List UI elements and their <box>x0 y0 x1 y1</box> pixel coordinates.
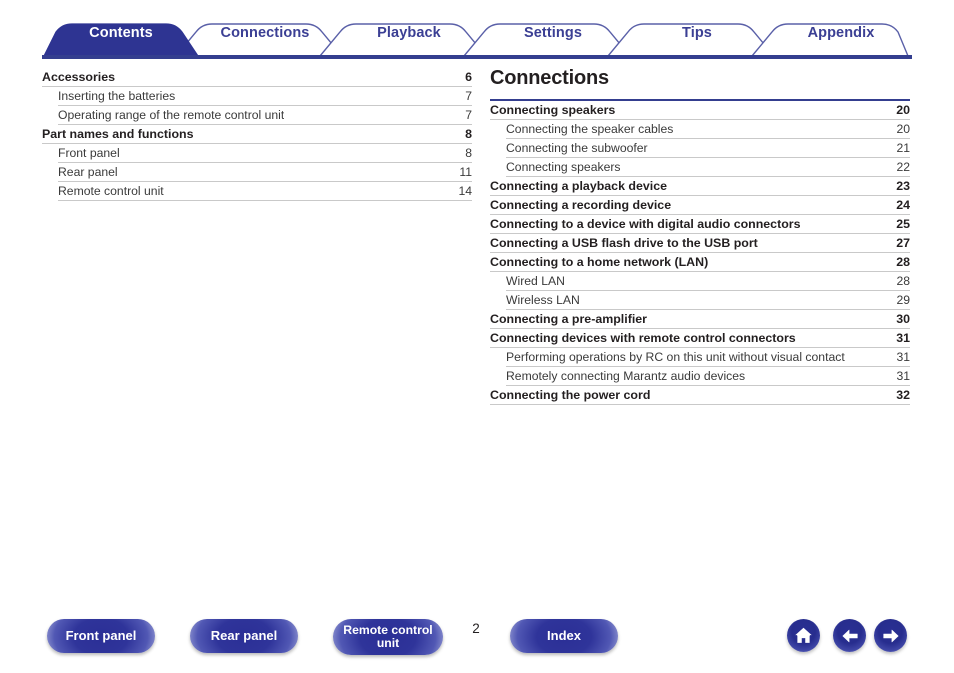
toc-entry-page: 28 <box>896 255 910 269</box>
toc-entry-title: Connecting to a home network (LAN) <box>490 255 709 269</box>
toc-entry[interactable]: Connecting to a home network (LAN) 28 <box>490 253 910 272</box>
toc-entry-page: 30 <box>896 312 910 326</box>
rear-panel-button[interactable]: Rear panel <box>190 619 298 653</box>
remote-control-unit-button[interactable]: Remote control unit <box>333 619 443 655</box>
toc-entry-page: 24 <box>896 198 910 212</box>
toc-entry[interactable]: Rear panel 11 <box>58 163 472 182</box>
toc-entry-page: 27 <box>896 236 910 250</box>
toc-entry-page: 31 <box>896 369 910 383</box>
toc-entry[interactable]: Connecting devices with remote control c… <box>490 329 910 348</box>
page-number: 2 <box>472 621 480 636</box>
toc-entry[interactable]: Connecting speakers 22 <box>506 158 910 177</box>
toc-entry-page: 20 <box>896 122 910 136</box>
toc-entry-page: 32 <box>896 388 910 402</box>
toc-entry-page: 22 <box>896 160 910 174</box>
toc-entry[interactable]: Remotely connecting Marantz audio device… <box>506 367 910 386</box>
next-page-button[interactable] <box>874 619 907 652</box>
toc-entry-title: Connecting the speaker cables <box>506 122 674 136</box>
toc-entry-title: Inserting the batteries <box>58 89 176 103</box>
toc-entry-title: Connecting the subwoofer <box>506 141 648 155</box>
toc-entry-title: Connecting a pre-amplifier <box>490 312 647 326</box>
toc-entry-title: Connecting a USB flash drive to the USB … <box>490 236 758 250</box>
tab-bar: Contents Connections Playback Settings T… <box>0 0 954 62</box>
toc-entry[interactable]: Wired LAN 28 <box>506 272 910 291</box>
toc-entry-page: 7 <box>465 89 472 103</box>
toc-entry-title: Remote control unit <box>58 184 164 198</box>
toc-list-left: Accessories 6 Inserting the batteries 7 Oper… <box>42 68 472 201</box>
toc-entry-page: 28 <box>896 274 910 288</box>
toc-entry-title: Wireless LAN <box>506 293 580 307</box>
toc-entry-page: 11 <box>459 165 472 179</box>
toc-entry[interactable]: Front panel 8 <box>58 144 472 163</box>
toc-entry-title: Connecting devices with remote control c… <box>490 331 796 345</box>
toc-entry-page: 29 <box>896 293 910 307</box>
toc-entry-title: Connecting a recording device <box>490 198 672 212</box>
toc-entry-title: Front panel <box>58 146 120 160</box>
toc-entry-title: Connecting speakers <box>490 103 616 117</box>
arrow-left-icon <box>842 629 858 642</box>
index-button[interactable]: Index <box>510 619 618 653</box>
toc-entry-title: Connecting a playback device <box>490 179 667 193</box>
toc-entry-title: Connecting the power cord <box>490 388 651 402</box>
toc-entry-page: 7 <box>465 108 472 122</box>
toc-entry[interactable]: Connecting the subwoofer 21 <box>506 139 910 158</box>
toc-entry-title: Operating range of the remote control un… <box>58 108 285 122</box>
toc-entry[interactable]: Connecting a pre-amplifier 30 <box>490 310 910 329</box>
toc-entry-page: 8 <box>465 146 472 160</box>
front-panel-button[interactable]: Front panel <box>47 619 155 653</box>
toc-column-right: Connections Connecting speakers 20 Connect… <box>490 68 910 405</box>
toc-entry-title: Remotely connecting Marantz audio device… <box>506 369 746 383</box>
toc-entry[interactable]: Performing operations by RC on this unit… <box>506 348 910 367</box>
toc-entry-title: Accessories <box>42 70 116 84</box>
toc-entry-page: 31 <box>896 331 910 345</box>
section-heading: Connections <box>490 67 609 89</box>
toc-entry[interactable]: Connecting a USB flash drive to the USB … <box>490 234 910 253</box>
toc-column-left: Accessories 6 Inserting the batteries 7 Oper… <box>42 68 472 201</box>
toc-entry[interactable]: Connecting the power cord 32 <box>490 386 910 405</box>
toc-entry[interactable]: Wireless LAN 29 <box>506 291 910 310</box>
toc-entry[interactable]: Connecting a playback device 23 <box>490 177 910 196</box>
toc-entry[interactable]: Part names and functions 8 <box>42 125 472 144</box>
previous-page-button[interactable] <box>833 619 866 652</box>
toc-entry-title: Performing operations by RC on this unit… <box>506 350 845 364</box>
toc-entry[interactable]: Inserting the batteries 7 <box>58 87 472 106</box>
toc-entry[interactable]: Remote control unit 14 <box>58 182 472 201</box>
toc-list-right: Connecting speakers 20 Connecting the spea… <box>490 101 910 405</box>
home-icon <box>795 627 812 643</box>
toc-entry-page: 20 <box>896 103 910 117</box>
toc-entry-page: 31 <box>896 350 910 364</box>
toc-entry-page: 23 <box>896 179 910 193</box>
toc-entry-page: 25 <box>896 217 910 231</box>
arrow-right-icon <box>882 629 898 642</box>
toc-entry-title: Connecting speakers <box>506 160 621 174</box>
toc-entry-title: Rear panel <box>58 165 118 179</box>
toc-entry[interactable]: Connecting a recording device 24 <box>490 196 910 215</box>
toc-entry-page: 21 <box>896 141 910 155</box>
home-button[interactable] <box>787 619 820 652</box>
toc-entry-title: Wired LAN <box>506 274 565 288</box>
toc-entry[interactable]: Accessories 6 <box>42 68 472 87</box>
toc-entry-page: 8 <box>465 127 472 141</box>
toc-entry-page: 6 <box>465 70 472 84</box>
toc-entry-page: 14 <box>458 184 472 198</box>
toc-entry-title: Part names and functions <box>42 127 194 141</box>
toc-entry[interactable]: Connecting to a device with digital audi… <box>490 215 910 234</box>
toc-entry[interactable]: Operating range of the remote control un… <box>58 106 472 125</box>
toc-entry[interactable]: Connecting speakers 20 <box>490 101 910 120</box>
toc-entry-title: Connecting to a device with digital audi… <box>490 217 801 231</box>
toc-entry[interactable]: Connecting the speaker cables 20 <box>506 120 910 139</box>
